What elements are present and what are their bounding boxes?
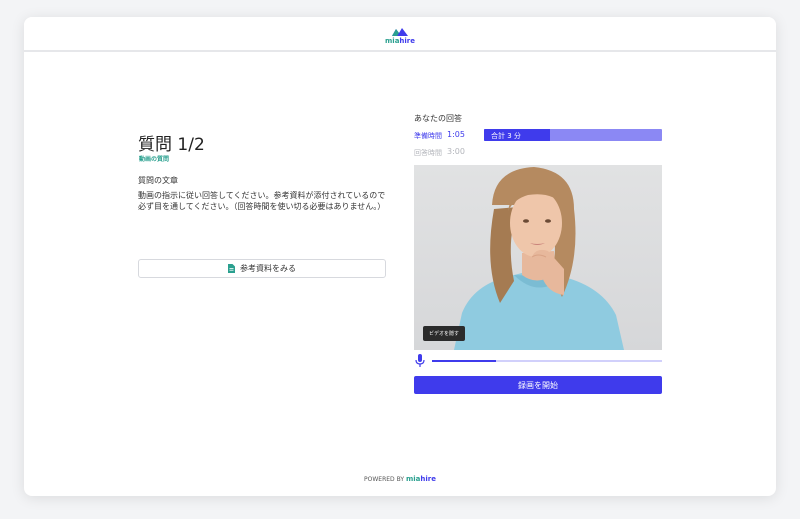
mic-level-meter <box>432 360 662 362</box>
hide-video-button[interactable]: ビデオを隠す <box>423 326 466 341</box>
view-reference-button[interactable]: 参考資料をみる <box>138 259 386 278</box>
document-icon <box>228 264 235 273</box>
header: miahire <box>24 17 776 52</box>
question-title: 質問 1/2 <box>138 135 205 155</box>
prep-time-label: 準備時間 <box>414 132 442 140</box>
question-type-label: 動画の質問 <box>139 156 170 163</box>
powered-by-footer: POWERED BY miahire <box>24 475 776 483</box>
miahire-logo-mark <box>392 28 408 36</box>
answer-time-value: 3:00 <box>447 147 465 156</box>
answer-heading: あなたの回答 <box>414 114 462 123</box>
video-preview: ビデオを隠す <box>414 165 662 350</box>
total-time-bar: 合計 3 分 <box>484 129 662 141</box>
microphone-icon <box>415 354 425 367</box>
miahire-logo: miahire <box>385 27 415 45</box>
app-window: miahire 質問 1/2 動画の質問 質問の文章 動画の指示に従い回答してく… <box>24 17 776 496</box>
webcam-person-image <box>454 167 624 350</box>
view-reference-label: 参考資料をみる <box>240 264 296 273</box>
question-text-heading: 質問の文章 <box>138 176 178 185</box>
prep-time-value: 1:05 <box>447 130 465 139</box>
powered-by-label: POWERED BY <box>364 476 405 483</box>
footer-brand: miahire <box>405 475 436 483</box>
start-recording-button[interactable]: 録画を開始 <box>414 376 662 394</box>
total-time-label: 合計 3 分 <box>491 132 521 140</box>
answer-time-label: 回答時間 <box>414 149 442 157</box>
logo-wordmark: miahire <box>385 37 416 45</box>
mic-level-fill <box>432 360 497 362</box>
question-text: 動画の指示に従い回答してください。参考資料が添付されているので必ず目を通してくだ… <box>138 191 386 211</box>
